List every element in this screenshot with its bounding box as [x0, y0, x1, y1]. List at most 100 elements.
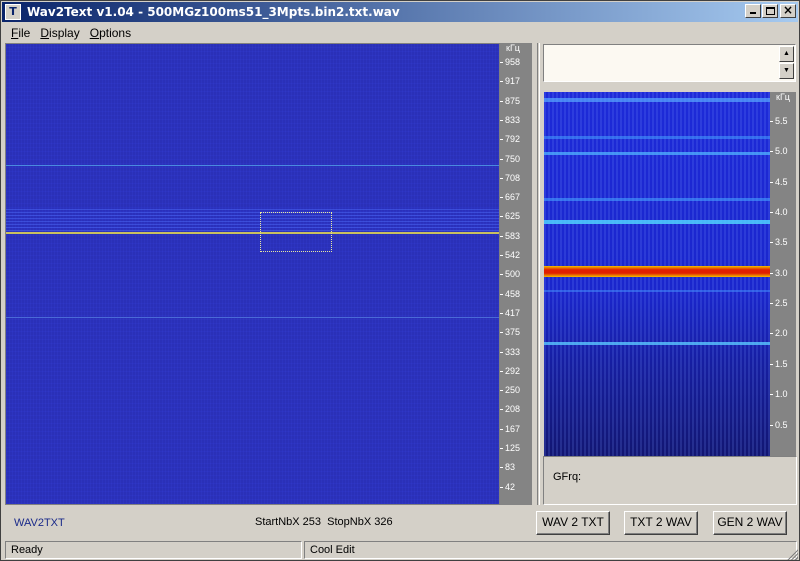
axis-tick: 125 [500, 442, 532, 454]
title-bar[interactable]: T Wav2Text v1.04 - 500MGz100ms51_3Mpts.b… [2, 2, 798, 22]
spectrum-band-625 [6, 207, 499, 231]
detail-axis-tick-label: 1.5 [775, 358, 788, 369]
minimize-button[interactable] [745, 4, 761, 18]
axis-tick-label: 83 [505, 462, 516, 473]
status-ready: Ready [5, 541, 302, 559]
detail-spectrogram[interactable] [544, 92, 770, 456]
gfrq-label: GFrq: [553, 471, 582, 483]
axis-tick: 458 [500, 288, 532, 300]
axis-tick: 583 [500, 230, 532, 242]
window-title: Wav2Text v1.04 - 500MGz100ms51_3Mpts.bin… [27, 5, 400, 19]
menu-display[interactable]: Display [35, 26, 84, 40]
axis-tick: 83 [500, 461, 532, 473]
detail-axis-tick-label: 3.0 [775, 267, 788, 278]
axis-tick: 833 [500, 114, 532, 126]
axis-tick: 375 [500, 326, 532, 338]
detail-axis-tick: 1.0 [770, 388, 796, 400]
detail-axis-tick: 5.0 [770, 145, 796, 157]
detail-axis-tick-label: 2.0 [775, 328, 788, 339]
sono-band-top [544, 98, 770, 102]
axis-tick-label: 875 [505, 95, 521, 106]
axis-tick: 250 [500, 384, 532, 396]
minimize-icon [750, 12, 756, 14]
detail-axis-tick: 0.5 [770, 419, 796, 431]
axis-tick-label: 333 [505, 346, 521, 357]
txt2wav-button[interactable]: TXT 2 WAV [624, 511, 698, 535]
axis-tick: 42 [500, 481, 532, 493]
axis-tick-label: 958 [505, 57, 521, 67]
spectrum-line-750 [6, 165, 499, 166]
axis-tick: 208 [500, 403, 532, 415]
close-icon: × [782, 3, 794, 17]
axis-tick-label: 750 [505, 153, 521, 164]
axis-tick-label: 458 [505, 288, 521, 299]
status-bar: Ready Cool Edit [2, 540, 799, 561]
app-window: T Wav2Text v1.04 - 500MGz100ms51_3Mpts.b… [0, 0, 800, 561]
axis-tick-label: 375 [505, 327, 521, 338]
axis-tick-label: 125 [505, 443, 521, 453]
gen2wav-button[interactable]: GEN 2 WAV [713, 511, 787, 535]
axis-tick: 750 [500, 153, 532, 165]
app-icon[interactable]: T [5, 4, 21, 20]
menu-bar: File Display Options [2, 23, 798, 42]
detail-axis-tick-label: 5.0 [775, 146, 788, 157]
menu-file[interactable]: File [6, 26, 35, 40]
axis-tick: 417 [500, 307, 532, 319]
frequency-axis: кГц 958 917 875 833 792 750 708 667 625 583 542 500… [500, 43, 532, 505]
wav2txt-button[interactable]: WAV 2 TXT [536, 511, 610, 535]
sono-band-4-3 [544, 198, 770, 201]
axis-tick: 917 [500, 75, 532, 87]
detail-axis-unit-label: кГц [776, 92, 790, 102]
gfrq-panel: GFrq: [543, 456, 797, 505]
selection-rectangle[interactable] [260, 212, 332, 252]
axis-tick-label: 792 [505, 134, 521, 145]
axis-tick-label: 42 [505, 481, 516, 492]
detail-axis-tick-label: 0.5 [775, 419, 788, 430]
axis-tick: 708 [500, 172, 532, 184]
sono-band-5-0 [544, 152, 770, 155]
detail-axis-tick: 1.5 [770, 358, 796, 370]
status-editor: Cool Edit [304, 541, 797, 559]
axis-tick-label: 625 [505, 211, 521, 222]
sono-band-3-8 [544, 220, 770, 224]
main-spectrogram[interactable] [5, 43, 500, 505]
axis-tick: 292 [500, 365, 532, 377]
maximize-button[interactable] [762, 4, 778, 18]
panel-splitter[interactable] [537, 43, 540, 505]
detail-axis-tick: 5.5 [770, 115, 796, 127]
axis-tick: 333 [500, 346, 532, 358]
detail-axis-tick-label: 2.5 [775, 298, 788, 309]
scroll-down-button[interactable]: ▼ [779, 63, 794, 79]
spectrum-signal-line [6, 232, 499, 234]
sono-band-2-7 [544, 290, 770, 292]
text-output-box[interactable]: ▲ ▼ [543, 44, 796, 82]
detail-axis-tick: 4.0 [770, 206, 796, 218]
close-button[interactable]: × [780, 3, 796, 18]
resize-grip-icon[interactable] [786, 548, 798, 560]
axis-tick-label: 708 [505, 172, 521, 183]
axis-tick-label: 583 [505, 230, 521, 241]
sono-band-5-2 [544, 136, 770, 139]
axis-tick-label: 542 [505, 250, 521, 260]
sono-peak-line [544, 266, 770, 277]
menu-options[interactable]: Options [85, 26, 136, 40]
detail-axis-tick-label: 1.0 [775, 389, 788, 400]
detail-axis-tick-label: 4.5 [775, 176, 788, 187]
axis-tick: 625 [500, 210, 532, 222]
detail-frequency-axis: кГц 5.5 5.0 4.5 4.0 3.5 3.0 2.5 2.0 1.5 1.0 0.5 [770, 92, 796, 456]
detail-axis-tick: 2.0 [770, 327, 796, 339]
axis-tick-label: 500 [505, 269, 521, 280]
mode-label: WAV2TXT [14, 517, 65, 529]
sono-band-1-8 [544, 342, 770, 345]
detail-axis-tick: 4.5 [770, 176, 796, 188]
axis-tick-label: 667 [505, 192, 521, 203]
scroll-up-button[interactable]: ▲ [779, 46, 794, 62]
axis-tick-label: 208 [505, 404, 521, 415]
detail-axis-tick-label: 5.5 [775, 116, 788, 126]
axis-tick-label: 292 [505, 365, 521, 376]
axis-tick: 792 [500, 133, 532, 145]
detail-axis-tick: 3.0 [770, 267, 796, 279]
detail-axis-tick: 2.5 [770, 297, 796, 309]
axis-tick-label: 833 [505, 114, 521, 125]
detail-axis-tick-label: 3.5 [775, 237, 788, 248]
